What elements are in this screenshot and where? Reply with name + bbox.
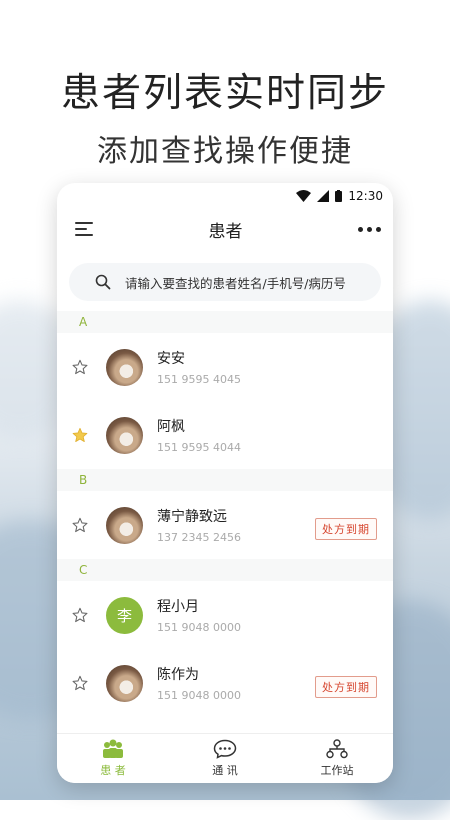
patient-list: A 安安 151 9595 4045 阿枫 151 9595 4044 B 薄宁… — [57, 311, 393, 717]
star-filled-icon[interactable] — [72, 427, 88, 443]
avatar — [106, 664, 143, 702]
more-icon[interactable] — [358, 226, 381, 232]
page-title: 患者 — [208, 221, 243, 242]
patient-phone: 151 9048 0000 — [157, 689, 241, 702]
patient-name: 程小月 — [157, 599, 199, 615]
star-icon[interactable] — [72, 517, 88, 533]
avatar — [106, 416, 143, 454]
list-item[interactable]: 李 程小月 151 9048 0000 — [57, 581, 393, 649]
tab-label: 工作站 — [320, 764, 354, 777]
list-item[interactable]: 阿枫 151 9595 4044 — [57, 401, 393, 469]
promo-headline: 患者列表实时同步 — [60, 71, 389, 116]
patient-name: 陈作为 — [157, 667, 199, 683]
patient-phone: 151 9048 0000 — [157, 621, 241, 634]
search-input[interactable]: 请输入要查找的患者姓名/手机号/病历号 — [69, 263, 381, 301]
tab-patients[interactable]: 患 者 — [57, 734, 169, 783]
patient-phone: 151 9595 4044 — [157, 441, 241, 454]
patient-phone: 151 9595 4045 — [157, 373, 241, 386]
tab-label: 通 讯 — [212, 764, 238, 777]
list-item[interactable]: 陈作为 151 9048 0000 处方到期 — [57, 649, 393, 717]
prescription-expired-badge: 处方到期 — [315, 518, 377, 540]
patient-name: 阿枫 — [157, 419, 185, 435]
tab-label: 患 者 — [100, 764, 126, 777]
search-icon — [95, 274, 111, 290]
section-header-b: B — [57, 469, 393, 491]
menu-icon[interactable] — [75, 218, 93, 240]
battery-icon — [335, 190, 343, 202]
promo-subline: 添加查找操作便捷 — [97, 134, 353, 169]
avatar — [106, 506, 143, 544]
nav-bar: 患者 — [57, 209, 393, 249]
star-icon[interactable] — [72, 359, 88, 375]
tab-bar: 患 者 通 讯 工作站 — [57, 733, 393, 783]
workstation-icon — [326, 739, 348, 759]
avatar-letter: 李 — [106, 596, 143, 634]
list-item[interactable]: 安安 151 9595 4045 — [57, 333, 393, 401]
star-icon[interactable] — [72, 675, 88, 691]
patient-name: 薄宁静致远 — [157, 509, 227, 525]
patient-name: 安安 — [157, 351, 185, 367]
patients-icon — [103, 739, 123, 758]
signal-icon — [317, 190, 330, 202]
prescription-expired-badge: 处方到期 — [315, 676, 377, 698]
patient-phone: 137 2345 2456 — [157, 531, 241, 544]
wifi-icon — [296, 190, 312, 202]
list-item[interactable]: 薄宁静致远 137 2345 2456 处方到期 — [57, 491, 393, 559]
section-header-a: A — [57, 311, 393, 333]
search-placeholder: 请输入要查找的患者姓名/手机号/病历号 — [125, 275, 346, 291]
star-icon[interactable] — [72, 607, 88, 623]
section-header-c: C — [57, 559, 393, 581]
status-bar: 12:30 — [57, 183, 393, 209]
avatar — [106, 348, 143, 386]
status-time: 12:30 — [348, 189, 383, 203]
tab-workstation[interactable]: 工作站 — [281, 734, 393, 783]
phone-screen: 12:30 患者 请输入要查找的患者姓名/手机号/病历号 A 安安 151 95… — [57, 183, 393, 783]
tab-chat[interactable]: 通 讯 — [169, 734, 281, 783]
chat-icon — [213, 739, 237, 759]
